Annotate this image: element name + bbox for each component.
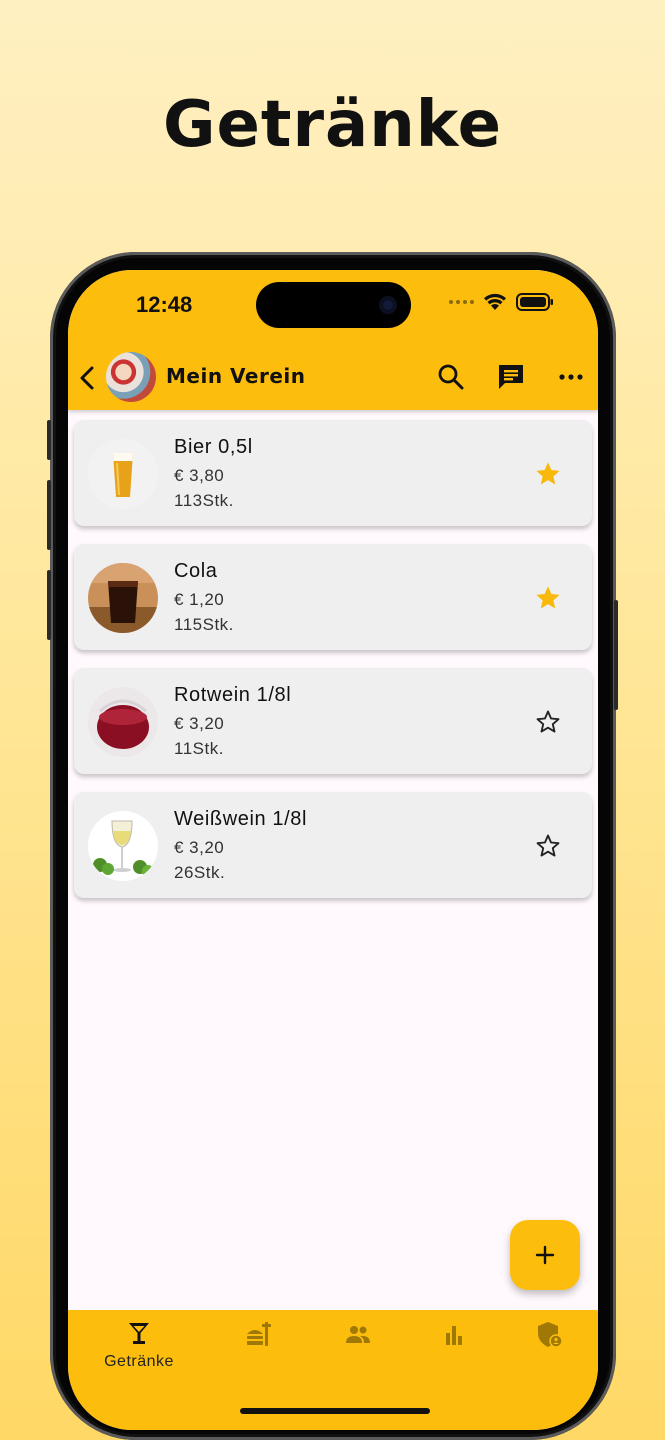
list-item[interactable]: Weißwein 1/8l € 3,20 26Stk. <box>74 792 592 898</box>
item-image-red-wine <box>88 687 158 757</box>
item-name: Cola <box>174 560 218 582</box>
star-outline-icon[interactable] <box>534 832 562 860</box>
item-image-beer <box>88 439 158 509</box>
nav-tab-food[interactable] <box>210 1320 310 1355</box>
phone-power-button <box>614 600 618 710</box>
item-stock: 26Stk. <box>174 863 226 882</box>
phone-volume-down-button <box>47 570 51 640</box>
page-hero-title: Getränke <box>162 88 503 162</box>
food-icon <box>247 1322 271 1346</box>
item-price: € 1,20 <box>174 590 225 609</box>
add-button[interactable] <box>510 1220 580 1290</box>
dynamic-island <box>256 282 411 328</box>
phone-screen: 12:48 Mein Verein Bier 0,5l € 3,80 113St… <box>68 270 598 1430</box>
club-avatar[interactable] <box>106 352 156 402</box>
cocktail-glass-icon <box>129 1323 149 1344</box>
more-icon[interactable] <box>556 362 586 392</box>
drinks-list: Bier 0,5l € 3,80 113Stk. Cola € 1,20 115… <box>74 420 592 916</box>
bar-chart-icon <box>446 1326 462 1345</box>
nav-tab-members[interactable] <box>308 1320 408 1355</box>
wifi-icon <box>484 293 506 310</box>
battery-icon <box>516 293 553 311</box>
cellular-signal-icon <box>449 300 474 304</box>
item-name: Rotwein 1/8l <box>174 684 292 706</box>
app-bar: Mein Verein <box>68 350 598 406</box>
nav-tab-admin[interactable] <box>500 1320 598 1355</box>
item-stock: 11Stk. <box>174 739 224 758</box>
item-price: € 3,20 <box>174 714 225 733</box>
camera-icon <box>379 296 397 314</box>
admin-shield-icon <box>538 1322 563 1348</box>
nav-tab-statistics[interactable] <box>404 1320 504 1355</box>
item-price: € 3,80 <box>174 466 225 485</box>
plus-icon <box>535 1245 555 1265</box>
status-icons <box>449 292 554 312</box>
item-stock: 113Stk. <box>174 491 234 510</box>
star-filled-icon[interactable] <box>534 584 562 612</box>
nav-tab-label: Getränke <box>104 1353 174 1370</box>
nav-tab-getraenke[interactable]: Getränke <box>89 1320 189 1371</box>
club-name[interactable]: Mein Verein <box>166 364 306 388</box>
chat-icon[interactable] <box>496 362 526 392</box>
search-icon[interactable] <box>436 362 466 392</box>
star-outline-icon[interactable] <box>534 708 562 736</box>
star-filled-icon[interactable] <box>534 460 562 488</box>
list-item[interactable]: Rotwein 1/8l € 3,20 11Stk. <box>74 668 592 774</box>
home-indicator[interactable] <box>240 1408 430 1414</box>
status-time: 12:48 <box>136 292 193 317</box>
item-name: Bier 0,5l <box>174 436 253 458</box>
people-icon <box>346 1326 370 1343</box>
item-image-cola <box>88 563 158 633</box>
phone-side-button <box>47 420 51 460</box>
item-price: € 3,20 <box>174 838 225 857</box>
top-app-bar: 12:48 Mein Verein <box>68 270 598 410</box>
item-image-white-wine <box>88 811 158 881</box>
phone-volume-up-button <box>47 480 51 550</box>
item-stock: 115Stk. <box>174 615 234 634</box>
list-item[interactable]: Bier 0,5l € 3,80 113Stk. <box>74 420 592 526</box>
bottom-navigation: Getränke <box>68 1310 598 1430</box>
item-name: Weißwein 1/8l <box>174 808 308 830</box>
list-item[interactable]: Cola € 1,20 115Stk. <box>74 544 592 650</box>
back-icon[interactable] <box>74 364 102 392</box>
